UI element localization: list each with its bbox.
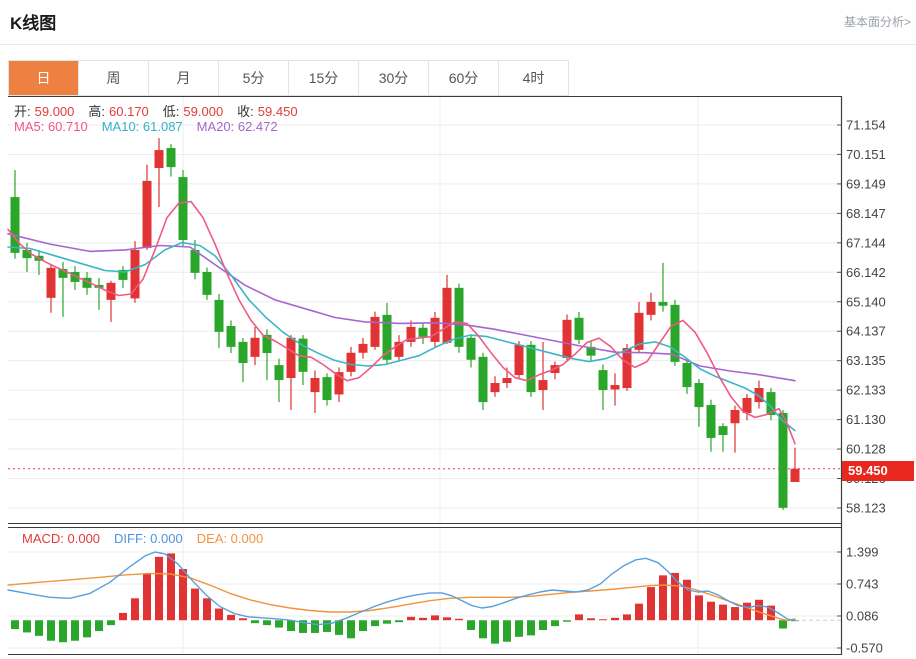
axis-tick-label: 64.137 [846, 324, 886, 339]
axis-tick-label: 60.128 [846, 442, 886, 457]
kline-page: K线图 基本面分析> 日周月5分15分30分60分4时 71.154 70.151… [0, 0, 916, 659]
tab-5分[interactable]: 5分 [219, 61, 289, 95]
axis-tick-label: 61.130 [846, 412, 886, 427]
ohlc-value: 59.000 [35, 104, 75, 119]
tab-60分[interactable]: 60分 [429, 61, 499, 95]
axis-tick-label: 69.149 [846, 176, 886, 191]
current-price-badge: 59.450 [842, 461, 914, 481]
axis-tick-label: 0.086 [846, 609, 879, 624]
ohlc-value: 59.450 [258, 104, 298, 119]
axis-tick-label: 70.151 [846, 147, 886, 162]
axis-tick-label: 68.147 [846, 206, 886, 221]
axis-tick-label: 58.123 [846, 500, 886, 515]
macd-legend-item: DIFF: 0.000 [114, 531, 183, 546]
page-title: K线图 [10, 9, 56, 34]
tab-日[interactable]: 日 [9, 61, 79, 95]
tab-周[interactable]: 周 [79, 61, 149, 95]
macd-legend-item: DEA: 0.000 [197, 531, 264, 546]
tab-月[interactable]: 月 [149, 61, 219, 95]
ohlc-value: 60.170 [109, 104, 149, 119]
ohlc-legend: 开:59.000高:60.170低:59.000收:59.450 [14, 101, 312, 120]
axis-tick-label: 63.135 [846, 353, 886, 368]
ma-legend: MA5: 60.710 MA10: 61.087 MA20: 62.472 [14, 119, 292, 134]
ma-legend-item: MA5: 60.710 [14, 119, 88, 134]
ma-legend-item: MA10: 61.087 [102, 119, 183, 134]
axis-tick-label: 1.399 [846, 545, 879, 560]
ohlc-value: 59.000 [183, 104, 223, 119]
kline-chart[interactable]: 71.154 70.151 69.149 68.147 67.144 66.142 65.1… [0, 96, 916, 659]
ohlc-label: 收: [237, 104, 254, 119]
tab-15分[interactable]: 15分 [289, 61, 359, 95]
ohlc-label: 低: [163, 104, 180, 119]
axis-tick-label: 65.140 [846, 294, 886, 309]
ohlc-label: 高: [88, 104, 105, 119]
fundamental-analysis-link[interactable]: 基本面分析> [844, 13, 911, 30]
axis-tick-label: 71.154 [846, 118, 886, 133]
axis-tick-label: 62.133 [846, 383, 886, 398]
ma-legend-item: MA20: 62.472 [197, 119, 278, 134]
tab-4时[interactable]: 4时 [499, 61, 568, 95]
macd-legend-item: MACD: 0.000 [22, 531, 100, 546]
header-divider [0, 44, 916, 45]
tab-30分[interactable]: 30分 [359, 61, 429, 95]
timeframe-tab-bar: 日周月5分15分30分60分4时 [8, 60, 569, 96]
macd-legend: MACD: 0.000 DIFF: 0.000 DEA: 0.000 [22, 531, 277, 546]
axis-tick-label: 0.743 [846, 577, 879, 592]
axis-tick-label: 66.142 [846, 265, 886, 280]
axis-tick-label: 67.144 [846, 235, 886, 250]
axis-tick-label: -0.570 [846, 641, 883, 656]
ohlc-label: 开: [14, 104, 31, 119]
